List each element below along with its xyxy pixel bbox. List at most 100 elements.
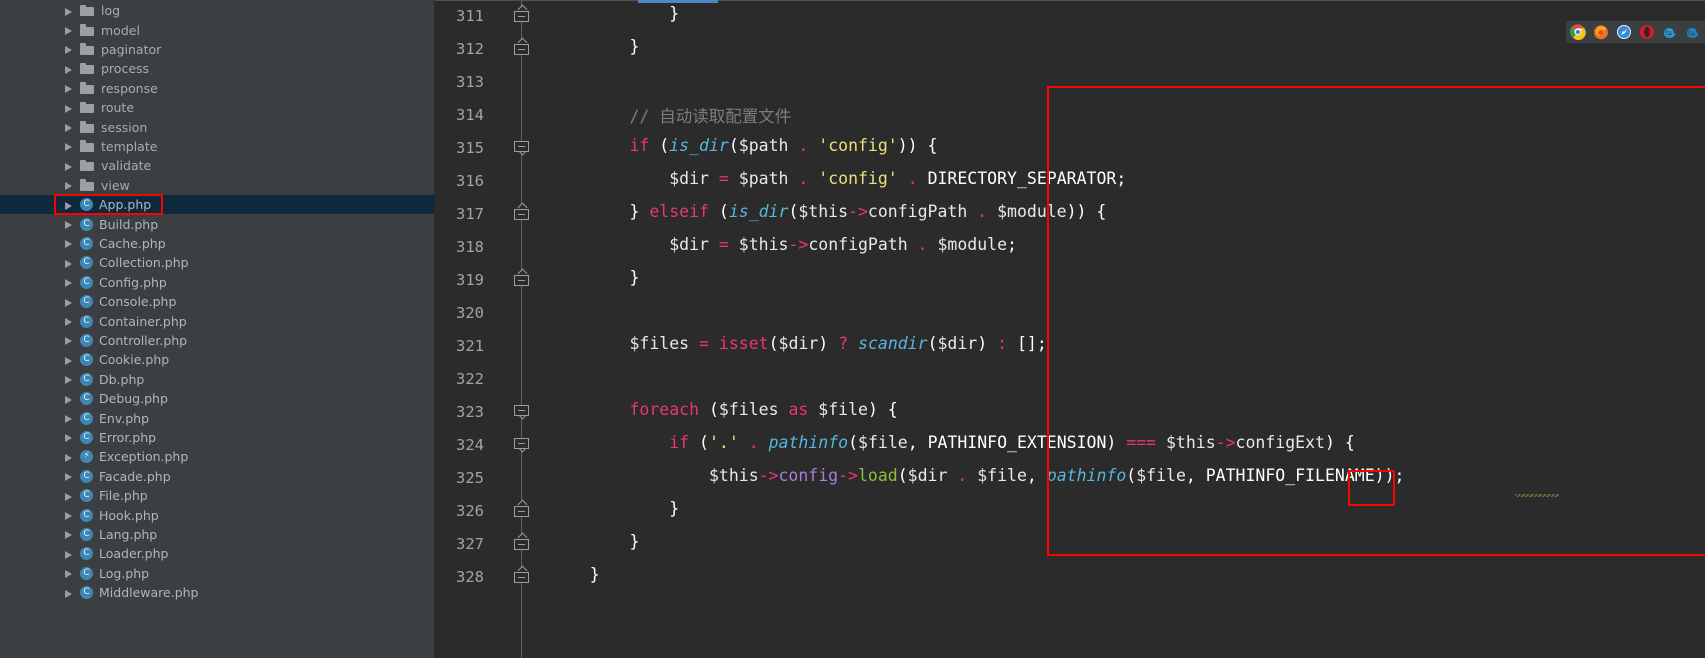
code-editor-panel[interactable]: 311 312 313 314 315 316 317 318 319 320 321 322 323 3… [435,0,1705,658]
browser-preview-toolbar[interactable] [1566,21,1705,43]
line-number-328: 328 [456,568,484,586]
edge-icon[interactable] [1662,24,1678,40]
tree-item-cache-php[interactable]: C Cache.php [0,234,434,253]
chevron-right-icon[interactable] [63,528,75,540]
tree-item-model[interactable]: model [0,20,434,39]
tree-item-error-php[interactable]: C Error.php [0,428,434,447]
firefox-icon[interactable] [1593,24,1609,40]
tree-item-label: Debug.php [99,391,168,407]
chevron-right-icon[interactable] [63,587,75,599]
folder-icon [80,61,95,76]
chevron-right-icon[interactable] [63,43,75,55]
tree-item-label: Controller.php [99,332,188,348]
chevron-right-icon[interactable] [63,393,75,405]
ide-window: log model paginator process response route ses… [0,0,1705,658]
fold-marker-line-317[interactable] [514,202,529,222]
tree-item-session[interactable]: session [0,117,434,136]
chevron-right-icon[interactable] [63,354,75,366]
tree-item-label: paginator [101,41,162,57]
chevron-right-icon[interactable] [63,412,75,424]
ie-icon[interactable] [1685,24,1701,40]
tree-item-config-php[interactable]: C Config.php [0,273,434,292]
php-class-icon: C [80,469,93,483]
tree-item-log-php[interactable]: C Log.php [0,564,434,583]
tree-item-label: Log.php [99,565,150,581]
fold-marker-line-323[interactable] [514,405,529,420]
chevron-right-icon[interactable] [63,490,75,502]
tree-item-controller-php[interactable]: C Controller.php [0,331,434,350]
php-class-icon: C [80,217,93,231]
chevron-right-icon[interactable] [63,218,75,230]
tree-item-template[interactable]: template [0,137,434,156]
fold-marker-line-312[interactable] [514,37,529,57]
tree-item-validate[interactable]: validate [0,156,434,175]
chevron-right-icon[interactable] [63,160,75,172]
chevron-right-icon[interactable] [63,121,75,133]
tree-item-loader-php[interactable]: C Loader.php [0,544,434,563]
tree-item-env-php[interactable]: C Env.php [0,408,434,427]
tree-item-db-php[interactable]: C Db.php [0,370,434,389]
tree-item-container-php[interactable]: C Container.php [0,311,434,330]
tree-item-label: log [101,3,121,19]
chevron-right-icon[interactable] [63,296,75,308]
tree-item-debug-php[interactable]: C Debug.php [0,389,434,408]
tree-item-lang-php[interactable]: C Lang.php [0,525,434,544]
tree-item-process[interactable]: process [0,59,434,78]
chevron-right-icon[interactable] [63,102,75,114]
code-text-area[interactable]: } } // 自动读取配置文件 if (is_dir($path . 'conf… [550,0,1705,658]
php-class-icon: C [80,430,93,444]
opera-icon[interactable] [1639,24,1655,40]
tree-item-response[interactable]: response [0,79,434,98]
chevron-right-icon[interactable] [63,373,75,385]
tree-item-console-php[interactable]: C Console.php [0,292,434,311]
chevron-right-icon[interactable] [63,257,75,269]
chevron-right-icon[interactable] [63,451,75,463]
chevron-right-icon[interactable] [63,548,75,560]
chevron-right-icon[interactable] [63,334,75,346]
tree-item-cookie-php[interactable]: C Cookie.php [0,350,434,369]
chevron-right-icon[interactable] [63,470,75,482]
fold-marker-line-324[interactable] [514,438,529,453]
tree-item-middleware-php[interactable]: C Middleware.php [0,583,434,602]
chevron-right-icon[interactable] [63,140,75,152]
tree-item-log[interactable]: log [0,1,434,20]
tree-item-collection-php[interactable]: C Collection.php [0,253,434,272]
fold-marker-line-328[interactable] [514,565,529,585]
chevron-right-icon[interactable] [63,431,75,443]
chevron-right-icon[interactable] [63,509,75,521]
tree-item-route[interactable]: route [0,98,434,117]
chevron-right-icon[interactable] [63,315,75,327]
chevron-right-icon[interactable] [63,179,75,191]
tree-item-facade-php[interactable]: C Facade.php [0,467,434,486]
line-number-323: 323 [456,403,484,421]
safari-icon[interactable] [1616,24,1632,40]
fold-marker-line-326[interactable] [514,499,529,519]
tree-item-paginator[interactable]: paginator [0,40,434,59]
project-tree-panel[interactable]: log model paginator process response route ses… [0,0,435,658]
chevron-right-icon[interactable] [63,237,75,249]
line-number-319: 319 [456,271,484,289]
chevron-right-icon[interactable] [63,24,75,36]
fold-marker-line-319[interactable] [514,268,529,288]
chrome-icon[interactable] [1570,24,1586,40]
chevron-right-icon[interactable] [63,63,75,75]
tree-item-file-php[interactable]: C File.php [0,486,434,505]
folder-icon [80,42,95,57]
chevron-right-icon[interactable] [63,5,75,17]
editor-gutter[interactable]: 311 312 313 314 315 316 317 318 319 320 321 322 323 3… [435,0,550,658]
tree-item-hook-php[interactable]: C Hook.php [0,505,434,524]
tree-item-exception-php[interactable]: ⚡ Exception.php [0,447,434,466]
fold-marker-line-315[interactable] [514,141,529,156]
chevron-right-icon[interactable] [63,82,75,94]
chevron-right-icon[interactable] [63,567,75,579]
tree-item-view[interactable]: view [0,176,434,195]
php-class-icon: C [80,547,93,561]
chevron-right-icon[interactable] [63,276,75,288]
code-line-327: } [550,532,640,551]
tree-item-label: Facade.php [99,468,171,484]
fold-marker-line-327[interactable] [514,532,529,552]
tree-item-app-php[interactable]: C App.php [0,195,434,215]
chevron-right-icon[interactable] [63,199,75,211]
fold-marker-line-311[interactable] [514,4,529,24]
tree-item-build-php[interactable]: C Build.php [0,214,434,233]
